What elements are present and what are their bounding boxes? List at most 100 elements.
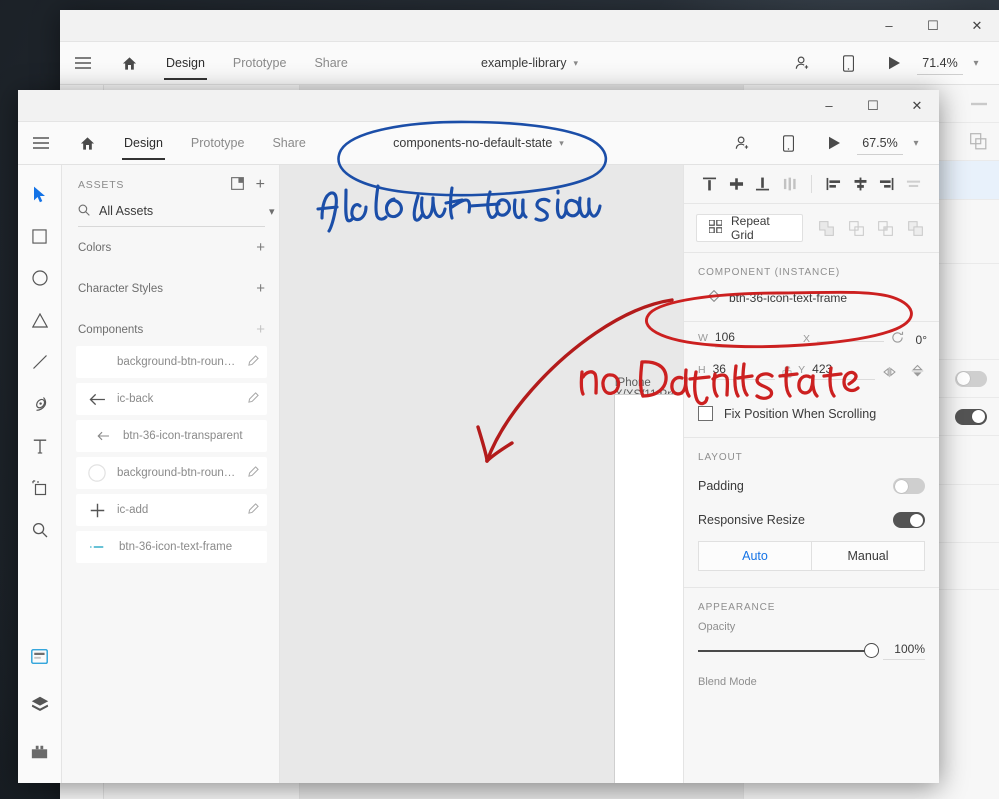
assets-section-character-styles[interactable]: Character Styles + (62, 268, 279, 309)
tab-prototype[interactable]: Prototype (177, 122, 259, 165)
height-field[interactable]: H 36 (698, 362, 775, 380)
list-item[interactable]: background-btn-round-transpar... (76, 346, 267, 378)
x-field[interactable]: X (803, 333, 884, 345)
close-button[interactable]: ✕ (895, 90, 939, 122)
design-canvas[interactable]: iPhone X/XS/11 Pro – 1 BUTTON (280, 165, 683, 783)
libraries-panel-toggle[interactable] (23, 735, 57, 769)
home-icon[interactable] (64, 122, 110, 165)
foreground-window[interactable]: – ☐ ✕ Design Prototype Share components-… (18, 90, 939, 783)
play-icon[interactable] (871, 42, 917, 85)
document-name-text[interactable]: components-no-default-state (393, 136, 552, 150)
minimize-button[interactable]: – (807, 90, 851, 122)
align-bottom-icon[interactable] (750, 170, 777, 198)
pen-tool[interactable] (23, 387, 57, 421)
align-left-icon[interactable] (820, 170, 847, 198)
toggle-track[interactable] (955, 370, 987, 387)
hamburger-icon[interactable] (18, 122, 64, 165)
layers-panel-toggle[interactable] (23, 687, 57, 721)
height-value[interactable]: 36 (712, 362, 775, 380)
text-tool[interactable] (23, 429, 57, 463)
padding-row[interactable]: Padding (684, 469, 939, 503)
add-asset-button[interactable]: + (256, 177, 265, 193)
device-preview-icon[interactable] (825, 42, 871, 85)
list-item[interactable]: btn-36-icon-transparent (76, 420, 267, 452)
hamburger-icon[interactable] (60, 42, 106, 85)
resize-mode-auto[interactable]: Auto (698, 541, 811, 571)
zoom-chevron-down-icon[interactable]: ▾ (963, 42, 989, 85)
device-preview-icon[interactable] (765, 122, 811, 165)
exclude-overlap-icon[interactable] (904, 214, 927, 242)
intersect-shape-icon[interactable] (874, 214, 897, 242)
unlock-icon[interactable] (775, 365, 798, 378)
edit-icon[interactable] (248, 355, 259, 369)
align-right-icon[interactable] (873, 170, 900, 198)
add-component-button[interactable]: + (256, 322, 265, 337)
width-field[interactable]: W 106 (698, 330, 779, 348)
align-vertical-center-icon[interactable] (723, 170, 750, 198)
maximize-button[interactable]: ☐ (851, 90, 895, 122)
repeat-grid-button[interactable]: Repeat Grid (696, 214, 804, 242)
responsive-resize-row[interactable]: Responsive Resize (684, 503, 939, 537)
fix-position-checkbox[interactable] (698, 406, 713, 421)
tab-share[interactable]: Share (300, 42, 361, 85)
play-icon[interactable] (811, 122, 857, 165)
artboard[interactable] (615, 395, 683, 783)
list-item[interactable]: ic-back (76, 383, 267, 415)
opacity-value[interactable]: 100% (883, 642, 925, 660)
width-value[interactable]: 106 (714, 330, 779, 348)
add-color-button[interactable]: + (256, 240, 265, 255)
edit-icon[interactable] (248, 466, 259, 480)
add-shape-icon[interactable] (815, 214, 838, 242)
assets-section-components[interactable]: Components + (62, 309, 279, 346)
artboard-tool[interactable] (23, 471, 57, 505)
align-horizontal-center-icon[interactable] (847, 170, 874, 198)
tab-design[interactable]: Design (152, 42, 219, 85)
list-item[interactable]: ic-add (76, 494, 267, 526)
zoom-chevron-down-icon[interactable]: ▾ (903, 122, 929, 165)
rotation-value[interactable]: 0° (916, 333, 927, 347)
assets-section-colors[interactable]: Colors + (62, 227, 279, 268)
fix-position-row[interactable]: Fix Position When Scrolling (684, 394, 939, 437)
close-button[interactable]: ✕ (955, 10, 999, 42)
rotate-icon[interactable] (888, 331, 908, 344)
minimize-button[interactable]: – (867, 10, 911, 42)
search-input[interactable] (99, 204, 260, 218)
line-tool[interactable] (23, 345, 57, 379)
invite-icon[interactable] (779, 42, 825, 85)
toggle-track[interactable] (955, 408, 987, 425)
responsive-resize-toggle[interactable] (893, 512, 925, 528)
y-value[interactable]: 423 (812, 362, 875, 380)
zoom-level-background[interactable]: 71.4% (917, 52, 963, 75)
assets-panel-toggle[interactable] (23, 639, 57, 673)
document-assets-icon[interactable] (230, 177, 244, 193)
document-name-text[interactable]: example-library (481, 56, 566, 70)
foreground-window-titlebar[interactable]: – ☐ ✕ (18, 90, 939, 122)
flip-vertical-icon[interactable] (907, 364, 927, 378)
component-instance-row[interactable]: btn-36-icon-text-frame (684, 284, 939, 321)
edit-icon[interactable] (248, 392, 259, 406)
list-item[interactable]: btn-36-icon-text-frame (76, 531, 267, 563)
ellipse-tool[interactable] (23, 261, 57, 295)
invite-icon[interactable] (719, 122, 765, 165)
assets-search-row[interactable]: ▾ (78, 203, 275, 227)
padding-toggle[interactable] (893, 478, 925, 494)
select-tool[interactable] (23, 177, 57, 211)
polygon-tool[interactable] (23, 303, 57, 337)
home-icon[interactable] (106, 42, 152, 85)
align-top-icon[interactable] (696, 170, 723, 198)
maximize-button[interactable]: ☐ (911, 10, 955, 42)
distribute-horizontal-icon[interactable] (900, 170, 927, 198)
subtract-shape-icon[interactable] (845, 214, 868, 242)
opacity-knob[interactable] (864, 643, 879, 659)
tab-share[interactable]: Share (258, 122, 319, 165)
chevron-down-icon[interactable]: ▾ (559, 138, 564, 149)
zoom-tool[interactable] (23, 513, 57, 547)
list-item[interactable]: background-btn-round-frame (76, 457, 267, 489)
background-window-titlebar[interactable]: – ☐ ✕ (60, 10, 999, 42)
chevron-down-icon[interactable]: ▾ (269, 205, 275, 218)
add-character-style-button[interactable]: + (256, 281, 265, 296)
chevron-down-icon[interactable]: ▾ (573, 58, 578, 69)
zoom-level-foreground[interactable]: 67.5% (857, 132, 903, 155)
x-value[interactable] (816, 338, 884, 342)
tab-design[interactable]: Design (110, 122, 177, 165)
